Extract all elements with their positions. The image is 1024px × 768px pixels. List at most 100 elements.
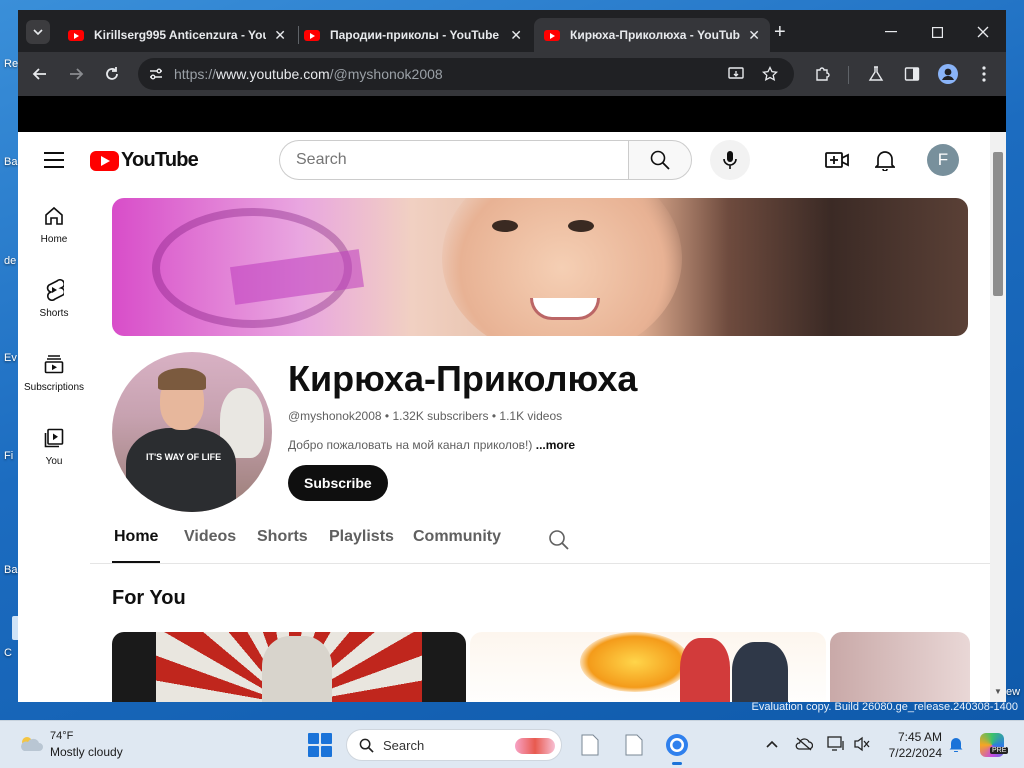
thumbnail-person	[732, 642, 788, 702]
tab-search-button[interactable]	[26, 20, 50, 44]
tab-videos[interactable]: Videos	[184, 528, 236, 546]
forward-button[interactable]	[64, 62, 88, 86]
address-bar[interactable]: https://www.youtube.com/@myshonok2008	[138, 58, 794, 90]
taskbar: 74°F Mostly cloudy Search 7:45 AM 7/22/2…	[0, 720, 1024, 768]
channel-avatar[interactable]: IT'S WAY OF LIFE	[112, 352, 272, 512]
start-button[interactable]	[308, 733, 332, 757]
taskbar-search[interactable]: Search	[346, 729, 562, 761]
browser-tab[interactable]: Kirillserg995 Anticenzura - You ✕	[58, 18, 296, 52]
browser-tab-active[interactable]: Кирюха-Приколюха - YouTub ✕	[534, 18, 770, 52]
evaluation-watermark: Evaluation copy. Build 26080.ge_release.…	[751, 701, 1018, 713]
chrome-menu-button[interactable]	[972, 62, 996, 86]
monitor-network-icon	[827, 736, 844, 751]
profile-button[interactable]	[936, 62, 960, 86]
scrollbar-thumb[interactable]	[993, 152, 1003, 296]
channel-name: Кирюха-Приколюха	[288, 358, 638, 399]
taskbar-app-notepad[interactable]	[620, 731, 648, 759]
video-thumbnail[interactable]	[830, 632, 970, 702]
subscriber-count: 1.32K subscribers	[392, 409, 489, 423]
voice-search-button[interactable]	[710, 140, 750, 180]
copilot-pre-badge: PRE	[990, 747, 1009, 754]
banner-eye	[492, 220, 518, 232]
channel-search-icon[interactable]	[548, 529, 570, 551]
notifications-button[interactable]	[873, 148, 897, 172]
tab-close-icon[interactable]: ✕	[274, 27, 286, 44]
home-icon	[42, 204, 66, 228]
tab-strip: Kirillserg995 Anticenzura - You ✕ Пароди…	[18, 10, 1006, 52]
chevron-up-icon	[766, 740, 778, 748]
url-text[interactable]: https://www.youtube.com/@myshonok2008	[174, 66, 443, 82]
channel-description[interactable]: Добро пожаловать на мой канал приколов!)…	[288, 438, 575, 452]
video-thumbnail[interactable]	[112, 632, 466, 702]
guide-item-home[interactable]: Home	[18, 188, 90, 262]
guide-menu-button[interactable]	[44, 152, 64, 168]
tab-community[interactable]: Community	[413, 528, 501, 546]
clock-date[interactable]: 7/22/2024	[880, 746, 942, 760]
back-button[interactable]	[28, 62, 52, 86]
scroll-down-arrow-icon[interactable]: ▼	[993, 687, 1003, 696]
desktop-icon-label[interactable]: Re	[4, 58, 18, 70]
search-icon	[650, 150, 670, 170]
thumbnail-person	[680, 638, 730, 702]
search-button[interactable]	[628, 140, 692, 180]
video-create-icon	[825, 152, 849, 168]
new-tab-button[interactable]: +	[774, 22, 786, 42]
desktop-icon-label[interactable]: Ba	[4, 564, 17, 576]
volume-status[interactable]	[853, 735, 871, 753]
weather-temperature[interactable]: 74°F	[50, 730, 73, 742]
more-link[interactable]: ...more	[536, 438, 575, 452]
star-icon	[762, 66, 778, 82]
guide-item-subscriptions[interactable]: Subscriptions	[18, 336, 90, 410]
labs-button[interactable]	[864, 62, 888, 86]
search-input[interactable]	[296, 151, 596, 169]
site-settings-icon[interactable]	[148, 66, 164, 82]
active-tab-indicator	[112, 561, 160, 563]
youtube-masthead: YouTube F	[18, 132, 990, 188]
search-highlight-art	[515, 738, 555, 754]
desktop-icon-label[interactable]: Ev	[4, 352, 17, 364]
search-box	[279, 140, 629, 180]
cloud-icon[interactable]	[18, 734, 44, 752]
clock-time[interactable]: 7:45 AM	[886, 730, 942, 744]
flask-icon	[868, 66, 884, 81]
subscribe-button[interactable]: Subscribe	[288, 465, 388, 501]
account-avatar[interactable]: F	[927, 144, 959, 176]
tab-shorts[interactable]: Shorts	[257, 528, 308, 546]
back-arrow-icon	[32, 68, 46, 80]
taskbar-app-chrome[interactable]	[663, 731, 691, 765]
puzzle-icon	[816, 67, 830, 81]
network-status[interactable]	[827, 735, 845, 753]
tab-title: Пародии-приколы - YouTube	[330, 28, 500, 42]
video-thumbnail[interactable]	[470, 632, 826, 702]
desktop-icon-label[interactable]: de	[4, 255, 16, 267]
browser-tab[interactable]: Пародии-приколы - YouTube ✕	[294, 18, 532, 52]
side-panel-button[interactable]	[900, 62, 924, 86]
tab-playlists[interactable]: Playlists	[329, 528, 394, 546]
desktop-icon-label[interactable]: Ba	[4, 156, 17, 168]
tab-close-icon[interactable]: ✕	[748, 27, 760, 44]
guide-item-you[interactable]: You	[18, 410, 90, 484]
tab-home[interactable]: Home	[114, 528, 158, 546]
desktop-icon-label[interactable]: C	[4, 647, 12, 659]
install-app-button[interactable]	[726, 64, 746, 84]
show-hidden-icons-button[interactable]	[763, 735, 781, 753]
maximize-button[interactable]	[914, 18, 960, 46]
desktop-icon-label-right[interactable]: ew	[1006, 686, 1020, 698]
create-button[interactable]	[825, 148, 849, 172]
bell-icon	[875, 151, 895, 171]
onedrive-status[interactable]	[795, 735, 813, 753]
reload-button[interactable]	[100, 62, 124, 86]
weather-condition[interactable]: Mostly cloudy	[50, 745, 123, 759]
youtube-logo[interactable]: YouTube	[90, 149, 199, 172]
close-window-button[interactable]	[960, 18, 1006, 46]
page-scrollbar[interactable]: ▼	[990, 132, 1006, 702]
desktop-icon-label[interactable]: Fi	[4, 450, 13, 462]
notifications-center-button[interactable]	[947, 735, 965, 753]
taskbar-app-file[interactable]	[576, 731, 604, 759]
extensions-button[interactable]	[810, 62, 834, 86]
channel-meta: @myshonok2008 • 1.32K subscribers • 1.1K…	[288, 409, 562, 423]
guide-item-shorts[interactable]: Shorts	[18, 262, 90, 336]
minimize-button[interactable]	[868, 18, 914, 46]
tab-close-icon[interactable]: ✕	[510, 27, 522, 44]
bookmark-button[interactable]	[760, 64, 780, 84]
